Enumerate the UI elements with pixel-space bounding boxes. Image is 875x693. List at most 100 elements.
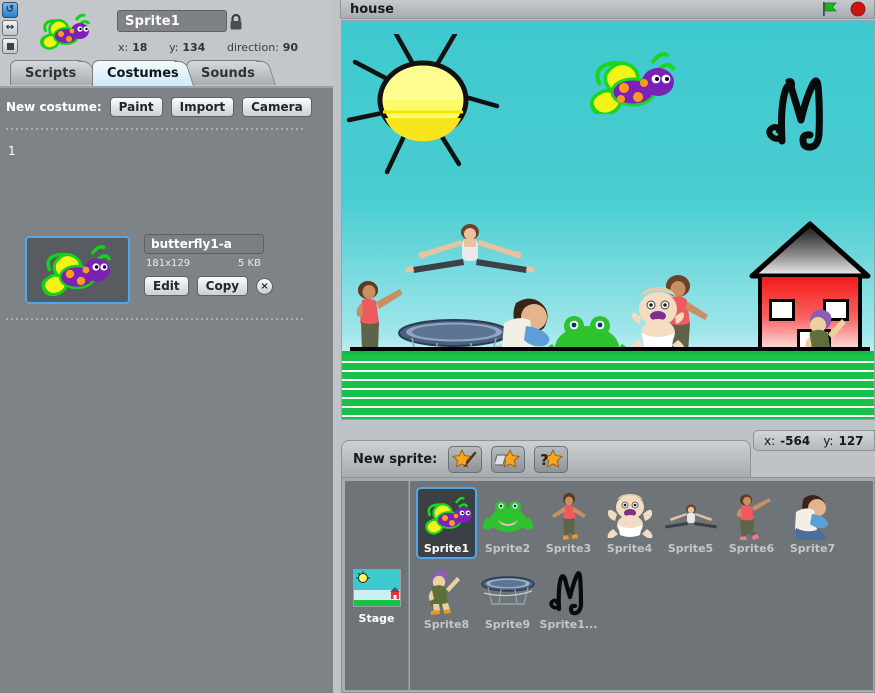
costume-name-field[interactable]: butterfly1-a <box>144 234 264 254</box>
sprite-thumbnail-girl-point <box>724 492 780 540</box>
sprite-thumbnail-frog <box>480 492 536 540</box>
new-sprite-label: New sprite: <box>353 452 438 467</box>
sprite-item-sprite1[interactable]: Sprite1 <box>416 487 477 559</box>
sprite-item-sprite9[interactable]: Sprite9 <box>477 563 538 635</box>
tab-costumes[interactable]: Costumes <box>92 60 195 86</box>
project-title: house <box>350 1 394 17</box>
stage-selector-label: Stage <box>358 612 395 625</box>
stage-sprite-butterfly[interactable] <box>580 49 690 114</box>
sprite-item-sprite6[interactable]: Sprite6 <box>721 487 782 559</box>
tab-sounds[interactable]: Sounds <box>186 60 276 85</box>
sprite-item-label: Sprite6 <box>728 542 775 555</box>
costume-index: 1 <box>8 144 16 158</box>
stage-thumbnail[interactable] <box>352 569 401 607</box>
costume-filesize: 5 KB <box>238 258 261 269</box>
sprite-thumbnail-girl-arms <box>541 492 597 540</box>
sprite-grid: Sprite1 Sprite2 Sprite3 Sprite4 Sprite5 … <box>410 481 873 690</box>
sprite-name-field[interactable]: Sprite1 <box>117 10 227 32</box>
paint-new-sprite-button[interactable] <box>448 446 483 473</box>
stage-selector-column[interactable]: Stage <box>345 481 409 690</box>
stage-canvas[interactable] <box>341 20 875 420</box>
direction-value: 90 <box>282 41 299 54</box>
x-value: 18 <box>132 41 148 54</box>
grass-ground <box>342 351 874 419</box>
sprite-coordinates: x: 18 y: 134 direction: 90 <box>118 41 298 54</box>
surprise-sprite-button[interactable]: ? <box>534 446 569 473</box>
stage-sprite-splits-jumper[interactable] <box>405 219 535 275</box>
sprite-thumbnail-letter-m <box>541 568 597 616</box>
direction-label: direction: <box>226 41 279 54</box>
sprite-thumbnail-splits <box>663 492 719 540</box>
sprite-thumbnail-baby <box>602 492 658 540</box>
sprite-item-sprite7[interactable]: Sprite7 <box>782 487 843 559</box>
camera-costume-button[interactable]: Camera <box>242 97 312 117</box>
divider <box>6 128 306 130</box>
star-question-icon: ? <box>540 449 564 469</box>
star-paintbrush-icon <box>452 449 477 468</box>
sprite-thumbnail-butterfly <box>419 492 475 540</box>
paint-costume-button[interactable]: Paint <box>109 97 163 117</box>
new-costume-row: New costume: Paint Import Camera <box>6 96 312 118</box>
sprite-item-label: Sprite7 <box>789 542 836 555</box>
mouse-y-value: 127 <box>838 433 864 448</box>
costume-thumbnail[interactable] <box>25 236 130 304</box>
sprite-item-label: Sprite4 <box>606 542 653 555</box>
sun-graphic <box>346 34 500 175</box>
import-sprite-button[interactable] <box>491 446 526 473</box>
sprite-editor-column: ↺ ↔ Sprite1 x: 18 y: 134 direction: 90 S… <box>0 0 333 693</box>
tab-notch <box>256 61 276 85</box>
stop-sign-icon[interactable] <box>850 1 866 17</box>
tab-scripts-label: Scripts <box>25 66 77 81</box>
green-flag-icon[interactable] <box>821 1 838 17</box>
edit-costume-button[interactable]: Edit <box>144 276 189 296</box>
rotate-none-button[interactable] <box>2 38 18 54</box>
tab-scripts[interactable]: Scripts <box>10 60 98 85</box>
sprite-thumbnail-trampoline <box>480 568 536 616</box>
sprite-item-sprite4[interactable]: Sprite4 <box>599 487 660 559</box>
mouse-y-label: y: <box>823 433 834 448</box>
lock-icon[interactable] <box>228 13 244 31</box>
costumes-panel: New costume: Paint Import Camera 1 butte… <box>0 86 333 693</box>
sprite-thumbnail <box>36 10 98 52</box>
star-folder-icon <box>495 449 521 468</box>
y-label: y: <box>169 41 179 54</box>
sprite-item-sprite2[interactable]: Sprite2 <box>477 487 538 559</box>
rotate-left-right-button[interactable]: ↔ <box>2 20 18 36</box>
svg-text:?: ? <box>540 451 549 469</box>
sprite-item-label: Sprite5 <box>667 542 714 555</box>
y-value: 134 <box>182 41 206 54</box>
new-costume-label: New costume: <box>6 100 102 114</box>
sprite-list-pane: Stage Sprite1 Sprite2 Sprite3 Sprite4 Sp… <box>341 477 875 693</box>
tab-costumes-label: Costumes <box>107 66 179 81</box>
delete-costume-button[interactable]: × <box>256 277 274 295</box>
sprite-item-sprite5[interactable]: Sprite5 <box>660 487 721 559</box>
sprite-item-sprite8[interactable]: Sprite8 <box>416 563 477 635</box>
sprite-item-label: Sprite1... <box>539 618 598 631</box>
tab-sounds-label: Sounds <box>201 66 255 81</box>
mouse-position-readout: x: -564 y: 127 <box>753 430 875 451</box>
stage-header-bar: house <box>340 0 875 19</box>
sprite-item-sprite3[interactable]: Sprite3 <box>538 487 599 559</box>
no-rotate-icon <box>6 42 14 50</box>
x-label: x: <box>118 41 129 54</box>
stage-sprite-letter-m[interactable] <box>762 67 842 153</box>
mouse-x-label: x: <box>764 433 776 448</box>
costume-actions: Edit Copy × <box>144 276 274 296</box>
left-right-arrow-icon: ↔ <box>5 22 15 33</box>
import-costume-button[interactable]: Import <box>170 97 235 117</box>
house-roof <box>749 221 871 279</box>
house-window-left <box>769 299 795 321</box>
sprite-info-header: Sprite1 x: 18 y: 134 direction: 90 <box>22 4 332 58</box>
stage-controls <box>821 1 866 17</box>
sprite-item-sprite10[interactable]: Sprite1... <box>538 563 599 635</box>
rotation-style-buttons: ↺ ↔ <box>2 2 20 56</box>
divider <box>6 318 306 320</box>
sprite-thumbnail-girl-crouch <box>785 492 841 540</box>
rotate-all-around-icon: ↺ <box>5 4 15 15</box>
rotate-all-around-button[interactable]: ↺ <box>2 2 18 18</box>
sprite-item-label: Sprite3 <box>545 542 592 555</box>
copy-costume-button[interactable]: Copy <box>196 276 249 296</box>
sprite-item-label: Sprite1 <box>423 542 470 555</box>
costume-dimensions: 181x129 <box>146 258 191 269</box>
new-sprite-bar: New sprite: ? <box>341 440 751 478</box>
